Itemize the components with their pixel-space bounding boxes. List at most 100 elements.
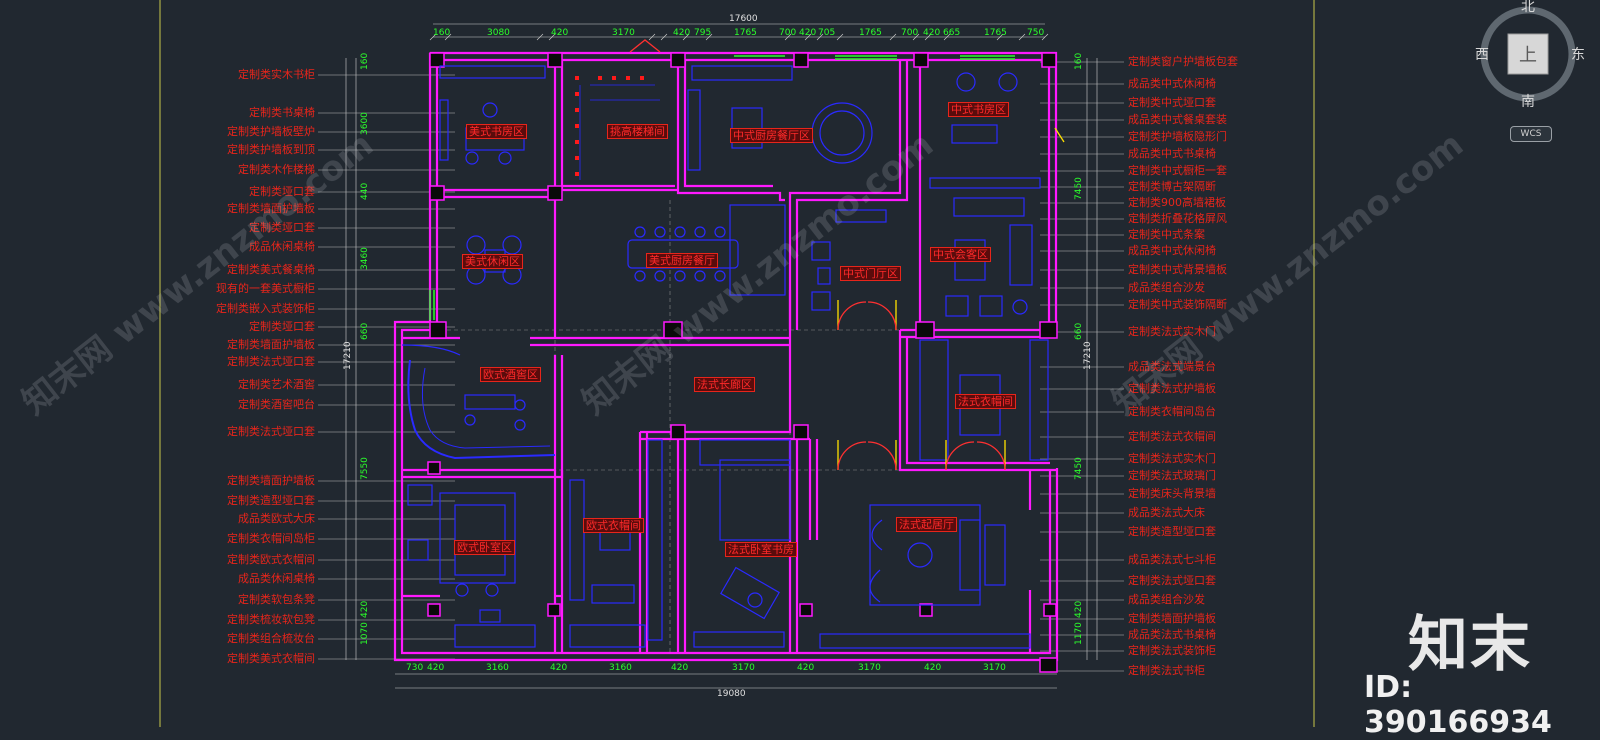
right-callout-label: 成品类法式大床 [1128,506,1205,519]
right-callout-label: 定制类法式装饰柜 [1128,644,1216,657]
dimension-value: 420 [550,663,568,673]
room-label: 欧式卧室区 [454,540,515,555]
compass-south[interactable]: 南 [1521,91,1535,111]
left-callout-label: 定制类梳妆软包凳 [227,613,315,626]
dimension-value: 3460 [360,247,370,270]
right-callout-label: 定制类中式背景墙板 [1128,263,1227,276]
right-callout-label: 成品类中式休闲椅 [1128,244,1216,257]
right-callout-label: 定制类中式垭口套 [1128,96,1216,109]
compass-west[interactable]: 西 [1475,44,1489,64]
dimension-value: 3170 [858,663,881,673]
dimension-value: 660 [1074,322,1084,340]
right-total-dimension: 17210 [1083,341,1093,370]
room-label: 法式衣帽间 [955,394,1016,409]
room-label: 欧式酒窖区 [480,367,541,382]
dimension-value: 440 [360,182,370,200]
right-callout-label: 定制类900高墙裙板 [1128,196,1226,209]
dimension-value: 700 [779,28,797,38]
dimension-value: 3170 [612,28,635,38]
left-callout-label: 定制类法式垭口套 [227,355,315,368]
right-callout-label: 成品类法式七斗柜 [1128,553,1216,566]
dimension-value: 7550 [360,457,370,480]
dimension-value: 3160 [609,663,632,673]
left-callout-label: 定制类美式衣帽间 [227,652,315,665]
dimension-value: 1765 [984,28,1007,38]
left-callout-label: 成品类休闲桌椅 [238,572,315,585]
right-callout-label: 定制类墙面护墙板 [1128,612,1216,625]
left-callout-label: 定制类造型垭口套 [227,494,315,507]
left-callout-label: 定制类酒窖吧台 [238,398,315,411]
dimension-value: 3160 [486,663,509,673]
right-callout-label: 定制类法式垭口套 [1128,574,1216,587]
dimension-value: 705 [818,28,836,38]
dimension-value: 420 [427,663,445,673]
left-callout-label: 定制类护墙板壁炉 [227,125,315,138]
dimension-value: 3080 [487,28,510,38]
right-callout-label: 成品类中式休闲椅 [1128,77,1216,90]
dimension-value: 420 [551,28,569,38]
room-label: 欧式衣帽间 [583,518,644,533]
left-callout-label: 定制类组合梳妆台 [227,632,315,645]
right-callout-label: 定制类折叠花格屏风 [1128,212,1227,225]
left-callout-label: 定制类墙面护墙板 [227,474,315,487]
room-label: 美式书房区 [466,124,527,139]
dimension-value: 660 [360,322,370,340]
dimension-value: 420 [673,28,691,38]
left-callout-label: 定制类软包条凳 [238,593,315,606]
left-callout-label: 定制类艺术酒窖 [238,378,315,391]
room-label: 法式长廊区 [694,377,755,392]
dimension-value: 420 [360,600,370,618]
asset-id: ID: 390166934 [1364,670,1552,740]
dimension-value: 1070 [360,622,370,645]
right-callout-label: 定制类中式橱柜一套 [1128,164,1227,177]
dimension-value: 1765 [859,28,882,38]
room-label: 中式会客区 [930,247,991,262]
dimension-value: 730 [406,663,424,673]
dimension-value: 160 [1074,52,1084,70]
right-callout-label: 成品类中式书桌椅 [1128,147,1216,160]
dimension-value: 7450 [1074,457,1084,480]
dimension-value: 420 [1074,600,1084,618]
dimension-value: 665 [943,28,961,38]
dimension-value: 750 [1027,28,1045,38]
right-callout-label: 定制类中式条案 [1128,228,1205,241]
left-callout-label: 定制类实木书柜 [238,68,315,81]
dimension-value: 160 [433,28,451,38]
right-callout-label: 成品类组合沙发 [1128,593,1205,606]
right-callout-label: 定制类造型垭口套 [1128,525,1216,538]
dimension-value: 1170 [1074,622,1084,645]
dimension-value: 420 [797,663,815,673]
right-callout-label: 成品类法式书桌椅 [1128,628,1216,641]
dimension-value: 420 [923,28,941,38]
left-callout-label: 定制类护墙板到顶 [227,143,315,156]
room-label: 中式门厅区 [840,266,901,281]
room-label: 法式起居厅 [896,517,957,532]
dimension-value: 7450 [1074,177,1084,200]
compass-east[interactable]: 东 [1571,44,1585,64]
viewcube[interactable]: 上 [1478,4,1578,104]
room-label: 挑高楼梯间 [607,124,668,139]
compass-north[interactable]: 北 [1521,0,1535,16]
right-callout-label: 定制类法式书柜 [1128,664,1205,677]
left-callout-label: 定制类书桌椅 [249,106,315,119]
left-callout-label: 定制类法式垭口套 [227,425,315,438]
left-callout-label: 定制类衣帽间岛柜 [227,532,315,545]
left-callout-label: 定制类欧式衣帽间 [227,553,315,566]
dimension-value: 420 [924,663,942,673]
left-callout-label: 成品类欧式大床 [238,512,315,525]
right-callout-label: 成品类中式餐桌套装 [1128,113,1227,126]
room-label: 中式厨房餐厅区 [730,128,813,143]
right-callout-label: 成品类组合沙发 [1128,281,1205,294]
wcs-menu-button[interactable]: WCS [1510,126,1552,142]
right-callout-label: 定制类床头背景墙 [1128,487,1216,500]
dimension-value: 1765 [734,28,757,38]
dimension-value: 160 [360,52,370,70]
top-total-dimension: 17600 [729,14,758,24]
dimension-value: 3170 [732,663,755,673]
right-callout-label: 定制类法式实木门 [1128,452,1216,465]
right-callout-label: 定制类法式玻璃门 [1128,469,1216,482]
dimension-value: 3170 [983,663,1006,673]
dimension-value: 420 [671,663,689,673]
dimension-value: 700 [901,28,919,38]
left-callout-label: 定制类垭口套 [249,320,315,333]
